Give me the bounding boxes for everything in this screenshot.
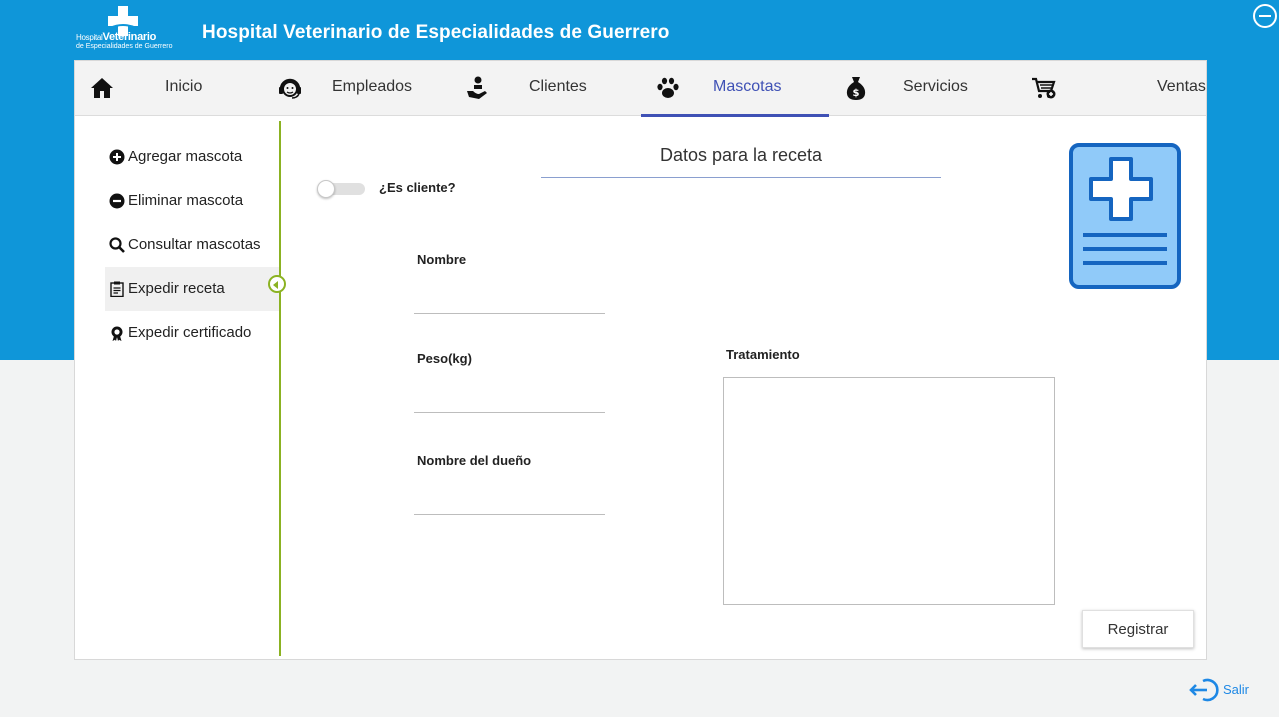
toggle-knob xyxy=(317,180,335,198)
es-cliente-label: ¿Es cliente? xyxy=(379,180,456,195)
nav-label: Ventas xyxy=(1157,78,1206,95)
search-icon xyxy=(109,237,125,253)
home-icon xyxy=(91,78,113,98)
sidebar-item-label: Eliminar mascota xyxy=(128,192,244,209)
es-cliente-toggle[interactable] xyxy=(317,180,367,198)
nombre-input[interactable] xyxy=(414,280,605,314)
paw-icon xyxy=(657,77,679,98)
sidebar-item-expedir-receta[interactable]: Expedir receta xyxy=(105,267,279,311)
minimize-button[interactable] xyxy=(1253,4,1277,28)
nav-label: Empleados xyxy=(332,78,413,95)
peso-input[interactable] xyxy=(414,379,605,413)
nombre-dueno-label: Nombre del dueño xyxy=(417,453,532,468)
form-title-underline xyxy=(541,177,941,178)
sidebar-item-label: Expedir receta xyxy=(128,280,225,297)
form-title: Datos para la receta xyxy=(659,145,823,165)
nav-item-mascotas[interactable]: Mascotas xyxy=(641,61,829,117)
headset-icon xyxy=(279,78,301,99)
registrar-button[interactable]: Registrar xyxy=(1082,610,1194,648)
sidebar-item-label: Agregar mascota xyxy=(128,148,243,165)
nav-item-clientes[interactable]: Clientes xyxy=(451,61,639,116)
tratamiento-textarea[interactable] xyxy=(723,377,1055,605)
salir-button[interactable]: Salir xyxy=(1189,678,1259,702)
sidebar: Agregar mascota Eliminar mascota Consult… xyxy=(75,117,286,659)
peso-label: Peso(kg) xyxy=(417,351,472,366)
sidebar-item-agregar-mascota[interactable]: Agregar mascota xyxy=(105,135,279,179)
top-navigation: Inicio Empleados Clientes Mascotas $ Ser… xyxy=(75,61,1206,117)
plus-circle-icon xyxy=(109,149,125,165)
money-bag-icon: $ xyxy=(846,77,866,100)
svg-text:$: $ xyxy=(853,88,860,99)
nav-item-servicios[interactable]: $ Servicios xyxy=(829,61,1017,116)
sidebar-divider xyxy=(279,121,281,656)
nav-label: Servicios xyxy=(903,78,968,95)
exit-icon xyxy=(1189,678,1219,702)
award-icon xyxy=(111,326,123,341)
nombre-dueno-input[interactable] xyxy=(414,481,605,515)
sidebar-item-eliminar-mascota[interactable]: Eliminar mascota xyxy=(105,179,279,223)
clipboard-icon xyxy=(110,281,124,297)
hand-person-icon xyxy=(467,76,487,99)
logo-subtitle: de Especialidades de Guerrero xyxy=(76,43,173,50)
cart-icon xyxy=(1032,77,1056,99)
minus-circle-icon xyxy=(109,193,125,209)
nombre-label: Nombre xyxy=(417,252,467,267)
app-title: Hospital Veterinario de Especialidades d… xyxy=(202,22,670,43)
nav-item-inicio[interactable]: Inicio xyxy=(75,61,263,116)
nav-label: Inicio xyxy=(165,78,203,95)
nav-label: Clientes xyxy=(529,78,587,95)
active-item-marker-icon xyxy=(268,275,286,293)
hospital-logo: HospitalVeterinario de Especialidades de… xyxy=(76,6,176,52)
sidebar-item-label: Expedir certificado xyxy=(128,324,252,341)
sidebar-item-consultar-mascotas[interactable]: Consultar mascotas xyxy=(105,223,279,267)
tratamiento-label: Tratamiento xyxy=(726,347,800,362)
sidebar-item-label: Consultar mascotas xyxy=(128,236,261,253)
nav-label: Mascotas xyxy=(713,78,782,95)
nav-item-empleados[interactable]: Empleados xyxy=(263,61,451,116)
sidebar-item-expedir-certificado[interactable]: Expedir certificado xyxy=(105,311,279,355)
salir-label: Salir xyxy=(1223,682,1250,697)
nav-item-ventas[interactable]: Ventas xyxy=(1017,61,1206,116)
medical-prescription-icon xyxy=(1069,143,1181,289)
logo-name: HospitalVeterinario xyxy=(76,31,157,43)
main-panel: Inicio Empleados Clientes Mascotas $ Ser… xyxy=(74,60,1207,660)
